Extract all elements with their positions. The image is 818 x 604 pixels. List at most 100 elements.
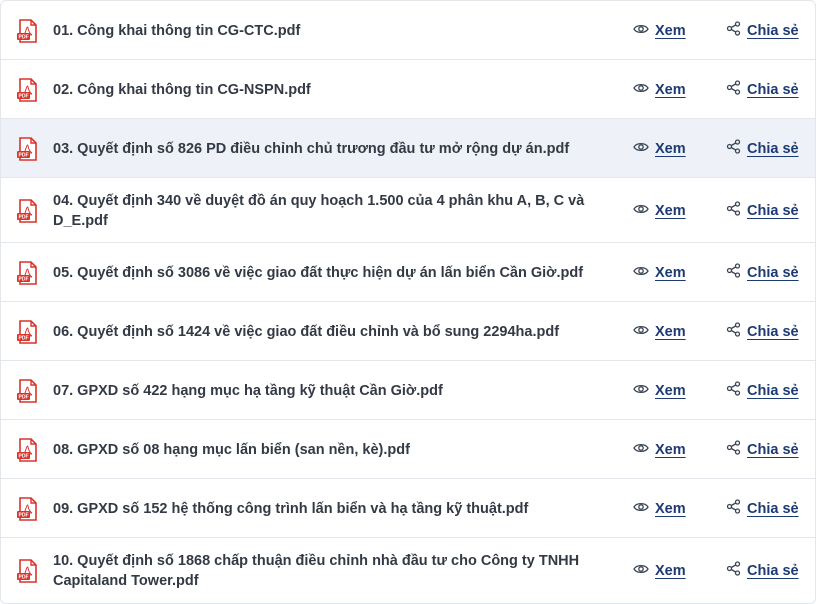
file-row[interactable]: PDF 08. GPXD số 08 hạng mục lấn biển (sa… [1,420,815,479]
file-row[interactable]: PDF 04. Quyết định 340 về duyệt đồ án qu… [1,178,815,243]
view-button[interactable]: Xem [633,263,686,283]
pdf-file-icon: PDF [17,18,39,43]
view-label[interactable]: Xem [655,265,686,281]
pdf-file-icon: PDF [17,198,39,223]
file-name[interactable]: 09. GPXD số 152 hệ thống công trình lấn … [53,499,593,519]
view-button[interactable]: Xem [633,381,686,401]
pdf-file-icon: PDF [17,496,39,521]
file-name[interactable]: 08. GPXD số 08 hạng mục lấn biển (san nề… [53,440,593,460]
share-button[interactable]: Chia sẻ [726,440,799,460]
file-name[interactable]: 02. Công khai thông tin CG-NSPN.pdf [53,80,593,100]
file-row[interactable]: PDF 02. Công khai thông tin CG-NSPN.pdf … [1,60,815,119]
share-icon [726,561,741,580]
svg-text:PDF: PDF [19,394,29,400]
pdf-file-icon: PDF [17,437,39,462]
share-button[interactable]: Chia sẻ [726,201,799,221]
file-name[interactable]: 05. Quyết định số 3086 về việc giao đất … [53,263,593,283]
file-row[interactable]: PDF 10. Quyết định số 1868 chấp thuận đi… [1,538,815,603]
share-label[interactable]: Chia sẻ [747,82,799,98]
pdf-file-icon: PDF [17,260,39,285]
view-button[interactable]: Xem [633,440,686,460]
svg-text:PDF: PDF [19,34,29,40]
view-label[interactable]: Xem [655,82,686,98]
share-label[interactable]: Chia sẻ [747,324,799,340]
view-button[interactable]: Xem [633,201,686,221]
pdf-file-icon: PDF [17,136,39,161]
file-name[interactable]: 06. Quyết định số 1424 về việc giao đất … [53,322,593,342]
pdf-file-icon: PDF [17,558,39,583]
share-button[interactable]: Chia sẻ [726,80,799,100]
file-name[interactable]: 10. Quyết định số 1868 chấp thuận điều c… [53,551,593,591]
eye-icon [633,265,649,281]
share-icon [726,381,741,400]
view-label[interactable]: Xem [655,141,686,157]
share-button[interactable]: Chia sẻ [726,21,799,41]
view-label[interactable]: Xem [655,442,686,458]
view-label[interactable]: Xem [655,203,686,219]
file-name[interactable]: 01. Công khai thông tin CG-CTC.pdf [53,21,593,41]
share-icon [726,80,741,99]
view-button[interactable]: Xem [633,139,686,159]
share-button[interactable]: Chia sẻ [726,263,799,283]
file-name[interactable]: 04. Quyết định 340 về duyệt đồ án quy ho… [53,191,593,231]
file-name[interactable]: 07. GPXD số 422 hạng mục hạ tầng kỹ thuậ… [53,381,593,401]
pdf-file-icon: PDF [17,378,39,403]
file-row[interactable]: PDF 03. Quyết định số 826 PD điều chỉnh … [1,119,815,178]
svg-text:PDF: PDF [19,214,29,220]
file-name[interactable]: 03. Quyết định số 826 PD điều chỉnh chủ … [53,139,593,159]
share-button[interactable]: Chia sẻ [726,139,799,159]
share-button[interactable]: Chia sẻ [726,322,799,342]
share-label[interactable]: Chia sẻ [747,141,799,157]
eye-icon [633,442,649,458]
share-label[interactable]: Chia sẻ [747,23,799,39]
view-label[interactable]: Xem [655,23,686,39]
view-button[interactable]: Xem [633,561,686,581]
share-label[interactable]: Chia sẻ [747,383,799,399]
eye-icon [633,563,649,579]
view-button[interactable]: Xem [633,21,686,41]
svg-text:PDF: PDF [19,276,29,282]
svg-text:PDF: PDF [19,93,29,99]
eye-icon [633,141,649,157]
view-label[interactable]: Xem [655,563,686,579]
eye-icon [633,383,649,399]
svg-text:PDF: PDF [19,574,29,580]
view-button[interactable]: Xem [633,80,686,100]
eye-icon [633,82,649,98]
share-icon [726,440,741,459]
file-row[interactable]: PDF 05. Quyết định số 3086 về việc giao … [1,243,815,302]
file-row[interactable]: PDF 06. Quyết định số 1424 về việc giao … [1,302,815,361]
share-icon [726,322,741,341]
share-label[interactable]: Chia sẻ [747,501,799,517]
eye-icon [633,23,649,39]
share-label[interactable]: Chia sẻ [747,203,799,219]
eye-icon [633,324,649,340]
svg-text:PDF: PDF [19,335,29,341]
share-label[interactable]: Chia sẻ [747,563,799,579]
file-list: PDF 01. Công khai thông tin CG-CTC.pdf X… [0,0,816,604]
share-label[interactable]: Chia sẻ [747,265,799,281]
file-row[interactable]: PDF 09. GPXD số 152 hệ thống công trình … [1,479,815,538]
svg-text:PDF: PDF [19,512,29,518]
view-label[interactable]: Xem [655,324,686,340]
svg-text:PDF: PDF [19,152,29,158]
view-button[interactable]: Xem [633,322,686,342]
view-label[interactable]: Xem [655,383,686,399]
share-icon [726,21,741,40]
eye-icon [633,203,649,219]
share-icon [726,139,741,158]
share-button[interactable]: Chia sẻ [726,561,799,581]
eye-icon [633,501,649,517]
share-button[interactable]: Chia sẻ [726,381,799,401]
pdf-file-icon: PDF [17,319,39,344]
view-button[interactable]: Xem [633,499,686,519]
file-row[interactable]: PDF 07. GPXD số 422 hạng mục hạ tầng kỹ … [1,361,815,420]
share-icon [726,263,741,282]
share-icon [726,201,741,220]
share-label[interactable]: Chia sẻ [747,442,799,458]
file-row[interactable]: PDF 01. Công khai thông tin CG-CTC.pdf X… [1,1,815,60]
view-label[interactable]: Xem [655,501,686,517]
share-icon [726,499,741,518]
share-button[interactable]: Chia sẻ [726,499,799,519]
pdf-file-icon: PDF [17,77,39,102]
